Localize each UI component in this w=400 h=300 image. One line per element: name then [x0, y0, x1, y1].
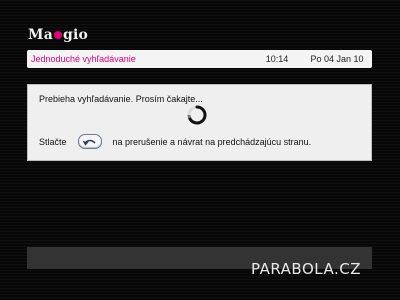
page-title: Jednoduché vyhľadávanie: [31, 54, 136, 64]
header-bar: Jednoduché vyhľadávanie 10:14 Po 04 Jan …: [27, 50, 372, 68]
search-progress-dialog: Prebieha vyhľadávanie. Prosím čakajte...…: [27, 84, 372, 161]
logo-text-start: Ma: [28, 27, 53, 43]
watermark-text: PARABOLA.CZ: [251, 260, 361, 278]
current-date: Po 04 Jan 10: [310, 54, 364, 64]
hint-suffix: na prerušenie a návrat na predchádzajúcu…: [112, 136, 312, 147]
logo-dot-icon: [53, 31, 62, 39]
hint-prefix: Stlačte: [39, 136, 67, 147]
back-remote-button[interactable]: [77, 134, 102, 149]
search-status-message: Prebieha vyhľadávanie. Prosím čakajte...: [39, 94, 203, 104]
clock-time: 10:14: [265, 54, 289, 64]
back-arrow-icon: [82, 139, 96, 146]
magio-logo: Ma gio: [28, 27, 88, 43]
loading-spinner-icon: [187, 105, 207, 125]
cancel-hint: Stlačte na prerušenie a návrat na predch…: [39, 134, 311, 149]
logo-text-end: gio: [62, 27, 89, 43]
